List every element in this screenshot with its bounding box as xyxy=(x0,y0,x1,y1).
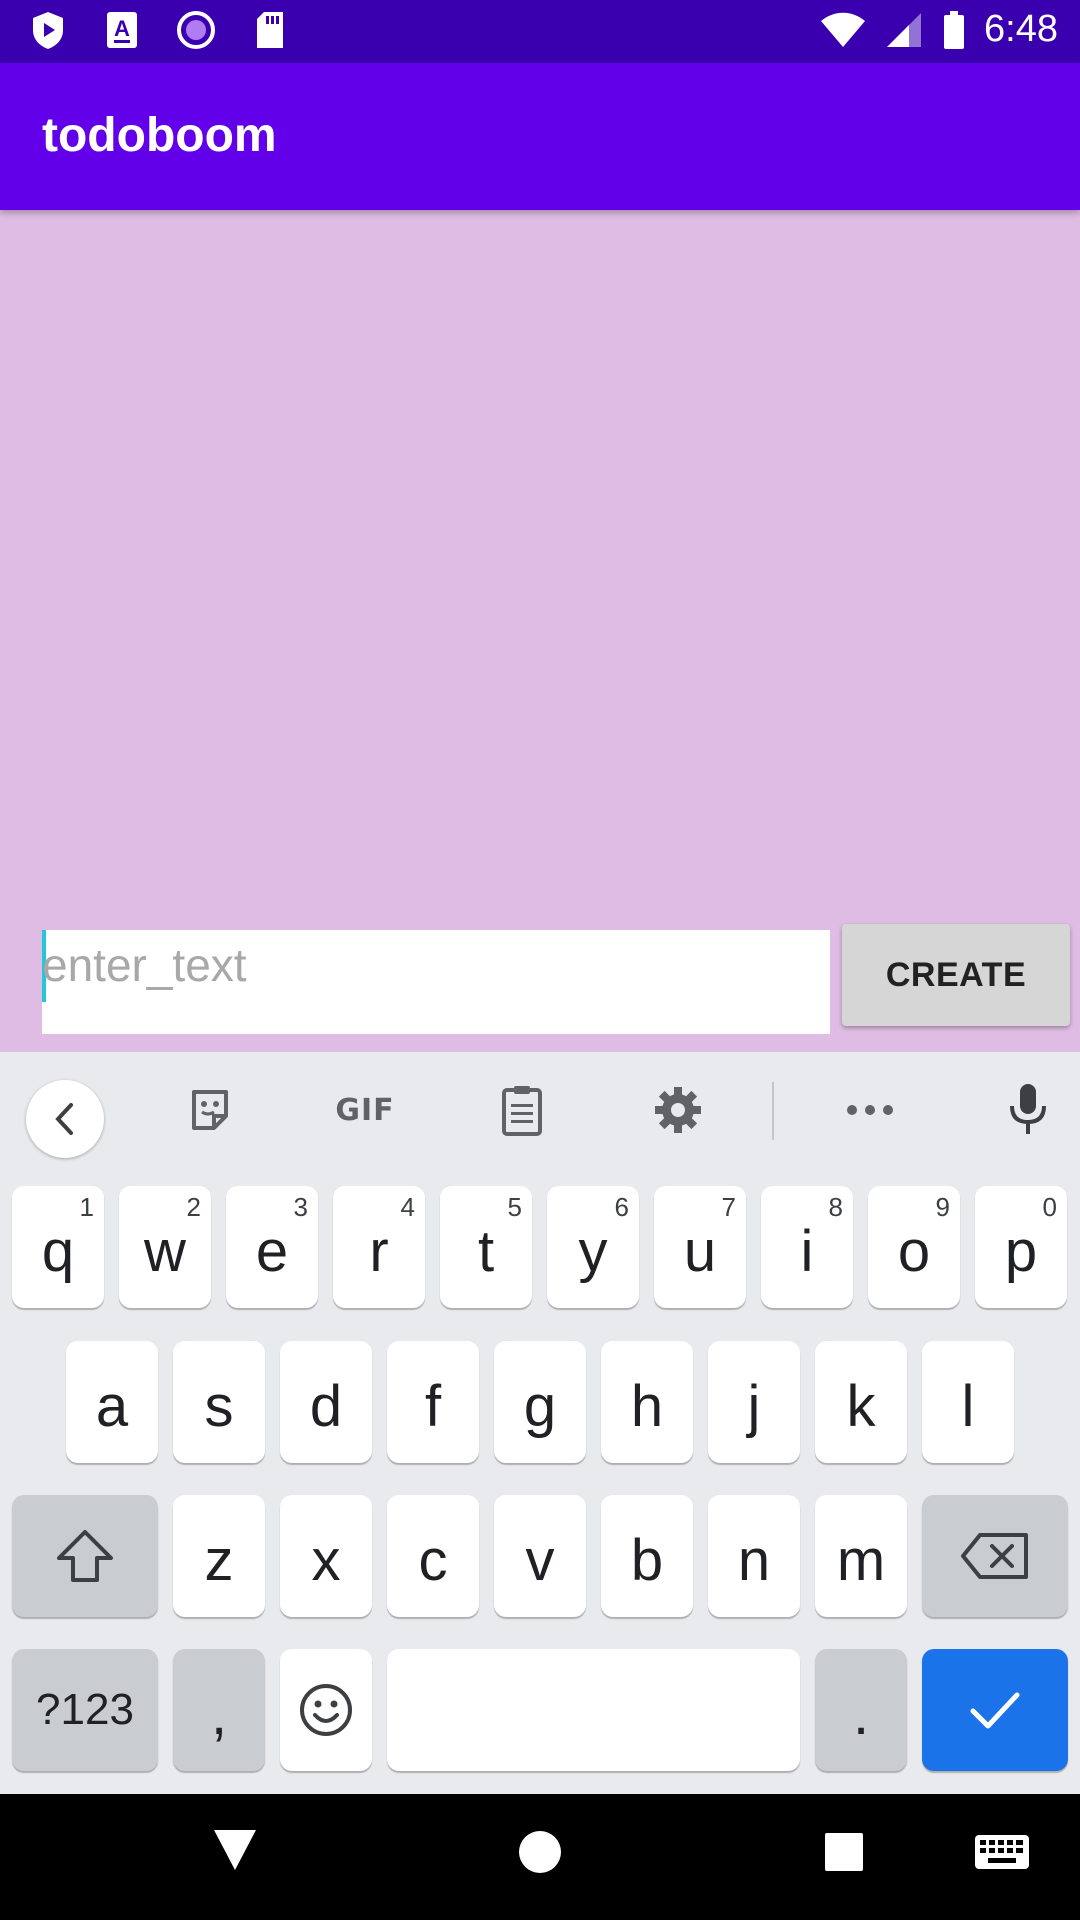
soft-keyboard: GIF q1 w2 e3 r4 t5 y6 u7 i8 o9 p0 a s d … xyxy=(0,1052,1080,1794)
more-dots-icon[interactable] xyxy=(840,1080,900,1140)
status-time: 6:48 xyxy=(984,8,1058,50)
emoji-smiley-icon xyxy=(300,1684,352,1736)
key-x[interactable]: x xyxy=(280,1495,372,1617)
svg-text:A: A xyxy=(114,16,130,41)
play-protect-icon xyxy=(28,10,68,50)
clipboard-icon[interactable] xyxy=(492,1080,552,1140)
key-n[interactable]: n xyxy=(708,1495,800,1617)
keyboard-switch-icon[interactable] xyxy=(974,1834,1030,1870)
todo-text-input[interactable]: enter_text xyxy=(42,930,830,1034)
battery-icon xyxy=(942,10,966,50)
key-y[interactable]: y6 xyxy=(547,1186,639,1308)
emoji-key[interactable] xyxy=(280,1649,372,1771)
back-triangle-icon[interactable] xyxy=(212,1828,258,1872)
key-w[interactable]: w2 xyxy=(119,1186,211,1308)
record-icon xyxy=(176,10,216,50)
keyboard-toolbar: GIF xyxy=(0,1052,1080,1168)
key-h[interactable]: h xyxy=(601,1341,693,1463)
key-z[interactable]: z xyxy=(173,1495,265,1617)
period-key[interactable]: . xyxy=(815,1649,907,1771)
key-o[interactable]: o9 xyxy=(868,1186,960,1308)
wifi-icon xyxy=(820,10,866,50)
microphone-icon[interactable] xyxy=(998,1080,1058,1140)
key-l[interactable]: l xyxy=(922,1341,1014,1463)
backspace-key[interactable] xyxy=(922,1495,1068,1617)
key-t[interactable]: t5 xyxy=(440,1186,532,1308)
enter-key[interactable] xyxy=(922,1649,1068,1771)
sticker-icon[interactable] xyxy=(180,1080,240,1140)
backspace-icon xyxy=(961,1533,1028,1579)
status-bar: A 6:48 xyxy=(0,0,1080,63)
shift-key[interactable] xyxy=(12,1495,158,1617)
back-chevron-icon[interactable] xyxy=(26,1080,104,1158)
symbols-key[interactable]: ?123 xyxy=(12,1649,158,1771)
recents-square-icon[interactable] xyxy=(824,1832,864,1872)
key-b[interactable]: b xyxy=(601,1495,693,1617)
comma-key[interactable]: , xyxy=(173,1649,265,1771)
shift-arrow-icon xyxy=(57,1530,113,1582)
key-j[interactable]: j xyxy=(708,1341,800,1463)
app-title: todoboom xyxy=(42,109,277,162)
gif-icon[interactable]: GIF xyxy=(330,1080,400,1140)
key-m[interactable]: m xyxy=(815,1495,907,1617)
key-a[interactable]: a xyxy=(66,1341,158,1463)
key-i[interactable]: i8 xyxy=(761,1186,853,1308)
cell-signal-icon xyxy=(884,10,924,50)
key-f[interactable]: f xyxy=(387,1341,479,1463)
key-q[interactable]: q1 xyxy=(12,1186,104,1308)
home-circle-icon[interactable] xyxy=(518,1830,562,1874)
key-c[interactable]: c xyxy=(387,1495,479,1617)
key-u[interactable]: u7 xyxy=(654,1186,746,1308)
input-placeholder: enter_text xyxy=(42,939,247,991)
space-bar[interactable] xyxy=(387,1649,800,1771)
gif-label: GIF xyxy=(335,1092,395,1128)
font-a-icon: A xyxy=(102,10,142,50)
app-bar: todoboom xyxy=(0,63,1080,210)
key-e[interactable]: e3 xyxy=(226,1186,318,1308)
toolbar-divider xyxy=(772,1082,774,1140)
key-r[interactable]: r4 xyxy=(333,1186,425,1308)
checkmark-icon xyxy=(970,1692,1020,1729)
key-v[interactable]: v xyxy=(494,1495,586,1617)
key-p[interactable]: p0 xyxy=(975,1186,1067,1308)
settings-gear-icon[interactable] xyxy=(648,1080,708,1140)
key-d[interactable]: d xyxy=(280,1341,372,1463)
sd-card-icon xyxy=(250,10,290,50)
main-content: enter_text CREATE xyxy=(0,210,1080,1052)
key-s[interactable]: s xyxy=(173,1341,265,1463)
key-g[interactable]: g xyxy=(494,1341,586,1463)
system-nav-bar xyxy=(0,1794,1080,1920)
key-k[interactable]: k xyxy=(815,1341,907,1463)
create-button[interactable]: CREATE xyxy=(842,924,1070,1026)
